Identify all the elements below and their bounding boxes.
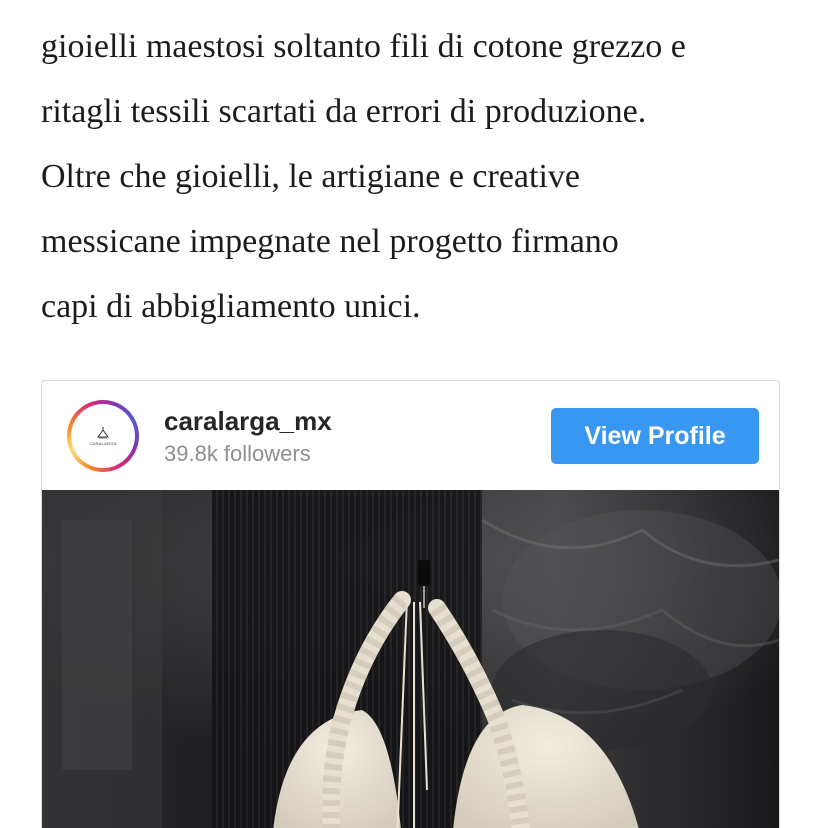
post-photo bbox=[42, 490, 779, 828]
article-line: Oltre che gioielli, le artigiane e creat… bbox=[41, 158, 581, 195]
avatar-frame: CARALARGA bbox=[71, 404, 135, 468]
avatar[interactable]: CARALARGA bbox=[67, 400, 139, 472]
avatar-brand-text: CARALARGA bbox=[89, 441, 117, 446]
view-profile-button[interactable]: View Profile bbox=[551, 408, 759, 464]
article-line: ritagli tessili scartati da errori di pr… bbox=[41, 93, 647, 130]
article-line: capi di abbigliamento unici. bbox=[41, 288, 421, 325]
article-line: messicane impegnate nel progetto firmano bbox=[41, 223, 619, 260]
avatar-logo: CARALARGA bbox=[74, 407, 132, 465]
article-paragraph: gioielli maestosi soltanto fili di coton… bbox=[41, 14, 801, 339]
follower-count: 39.8k followers bbox=[164, 441, 311, 466]
post-image[interactable] bbox=[42, 490, 779, 828]
profile-username[interactable]: caralarga_mx bbox=[164, 406, 332, 437]
hanger-icon bbox=[97, 427, 109, 439]
instagram-embed: CARALARGA caralarga_mx 39.8k followers V… bbox=[41, 380, 780, 828]
embed-header: CARALARGA caralarga_mx 39.8k followers V… bbox=[42, 381, 779, 490]
article-line: gioielli maestosi soltanto fili di coton… bbox=[41, 28, 686, 65]
